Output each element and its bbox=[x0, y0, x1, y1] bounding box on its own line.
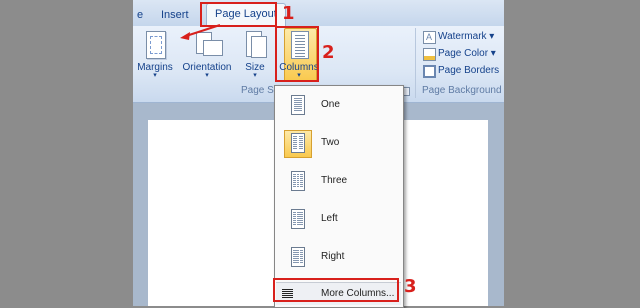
page-color-button[interactable]: Page Color ▾ bbox=[423, 45, 503, 62]
page-background-group-label: Page Background bbox=[422, 85, 502, 96]
margins-button[interactable]: Margins ▾ bbox=[133, 28, 177, 80]
callout-number-1: 1 bbox=[282, 3, 295, 24]
chevron-down-icon: ▾ bbox=[153, 72, 157, 79]
columns-option-right[interactable]: Right bbox=[275, 240, 403, 276]
size-button[interactable]: Size ▾ bbox=[237, 28, 273, 80]
orientation-icon bbox=[194, 30, 223, 60]
columns-option-label: One bbox=[321, 99, 340, 110]
columns-option-one[interactable]: One bbox=[275, 88, 403, 124]
columns-option-two[interactable]: Two bbox=[275, 126, 403, 162]
page-borders-icon bbox=[423, 65, 436, 78]
page-borders-button[interactable]: Page Borders bbox=[423, 62, 503, 79]
callout-box-columns bbox=[275, 26, 319, 82]
columns-option-label: Left bbox=[321, 213, 338, 224]
size-icon bbox=[242, 30, 268, 60]
columns-option-three[interactable]: Three bbox=[275, 164, 403, 200]
group-divider bbox=[415, 28, 416, 98]
one-column-icon bbox=[284, 92, 312, 120]
two-columns-icon bbox=[284, 130, 312, 158]
columns-option-label: Right bbox=[321, 251, 345, 262]
page-color-label: Page Color ▾ bbox=[438, 48, 496, 59]
left-column-icon bbox=[284, 206, 312, 234]
chevron-down-icon: ▾ bbox=[205, 72, 209, 79]
columns-dropdown-menu: One Two Three Left Right More Columns... bbox=[274, 85, 404, 308]
watermark-button[interactable]: Watermark ▾ bbox=[423, 28, 503, 46]
orientation-button[interactable]: Orientation ▾ bbox=[181, 28, 233, 80]
page-borders-label: Page Borders bbox=[438, 65, 500, 76]
callout-box-more-columns bbox=[273, 278, 399, 302]
margins-icon bbox=[142, 30, 168, 60]
three-columns-icon bbox=[284, 168, 312, 196]
page-color-icon bbox=[423, 48, 436, 61]
tab-home-partial[interactable]: e bbox=[133, 5, 151, 25]
tab-insert[interactable]: Insert bbox=[153, 5, 197, 25]
columns-option-left[interactable]: Left bbox=[275, 202, 403, 238]
watermark-label: Watermark ▾ bbox=[438, 31, 495, 42]
callout-number-2: 2 bbox=[322, 42, 335, 63]
watermark-icon bbox=[423, 29, 436, 46]
callout-box-page-layout bbox=[200, 2, 277, 27]
page-background-group: Watermark ▾ Page Color ▾ Page Borders bbox=[423, 28, 503, 79]
columns-option-label: Three bbox=[321, 175, 348, 186]
chevron-down-icon: ▾ bbox=[253, 72, 257, 79]
callout-number-3: 3 bbox=[404, 276, 417, 297]
columns-option-label: Two bbox=[321, 137, 340, 148]
ribbon-tab-bar: e Insert Page Layout bbox=[133, 0, 504, 26]
right-column-icon bbox=[284, 244, 312, 272]
